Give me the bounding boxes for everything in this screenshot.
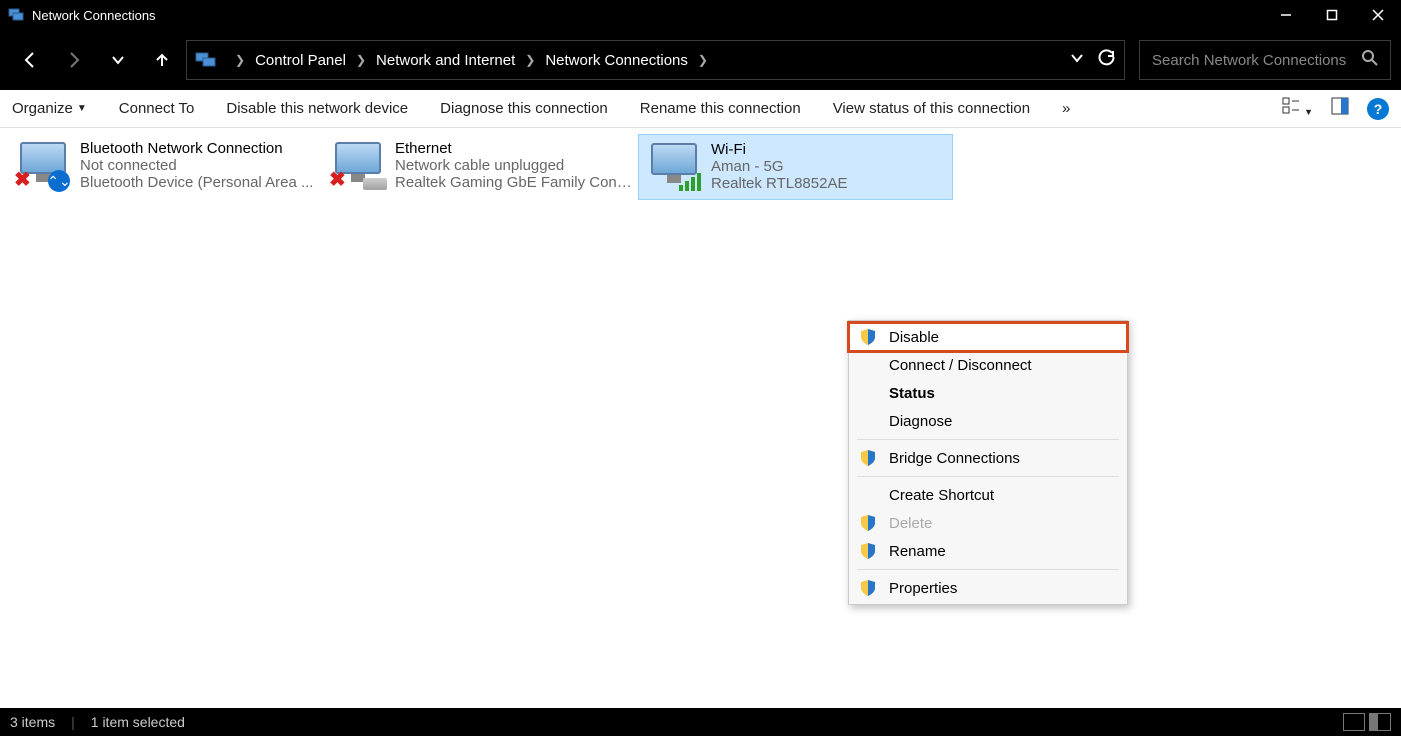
window-title: Network Connections [32, 8, 156, 23]
close-button[interactable] [1355, 0, 1401, 30]
menu-separator [857, 569, 1119, 570]
preview-pane-toggle[interactable] [1331, 97, 1349, 120]
content-area: ✖ ⌃⌄ Bluetooth Network Connection Not co… [0, 128, 1401, 708]
location-icon [195, 51, 217, 69]
error-x-icon: ✖ [329, 167, 346, 192]
chevron-right-icon: ❯ [235, 53, 245, 67]
wifi-signal-icon [679, 173, 701, 191]
connection-ethernet[interactable]: ✖ Ethernet Network cable unplugged Realt… [323, 134, 638, 198]
connection-name: Ethernet [395, 140, 632, 157]
ethernet-plug-icon [363, 178, 387, 190]
menu-separator [857, 439, 1119, 440]
back-button[interactable] [10, 40, 50, 80]
shield-icon [859, 514, 877, 532]
toolbar-overflow[interactable]: » [1062, 100, 1070, 117]
large-icons-view-button[interactable] [1369, 713, 1391, 731]
[interactable]: Bridge Connections [849, 444, 1127, 472]
chevron-right-icon: ❯ [525, 53, 535, 67]
connection-device: Realtek RTL8852AE [711, 175, 847, 192]
chevron-down-icon: ▼ [77, 103, 87, 114]
up-button[interactable] [142, 40, 182, 80]
context-menu: Disable Connect / Disconnect Status Diag… [848, 320, 1128, 605]
search-icon[interactable] [1362, 50, 1378, 71]
chevron-right-icon: ❯ [356, 53, 366, 67]
diagnose-button[interactable]: Diagnose this connection [440, 100, 608, 117]
menu-properties[interactable]: Properties [849, 574, 1127, 602]
help-icon[interactable]: ? [1367, 98, 1389, 120]
connection-bluetooth[interactable]: ✖ ⌃⌄ Bluetooth Network Connection Not co… [8, 134, 323, 198]
titlebar: Network Connections [0, 0, 1401, 30]
shield-icon [859, 449, 877, 467]
breadcrumb-item[interactable]: Network Connections [545, 52, 688, 69]
connection-device: Bluetooth Device (Personal Area ... [80, 174, 313, 191]
shield-icon [859, 542, 877, 560]
menu-delete: Delete [849, 509, 1127, 537]
connection-status: Network cable unplugged [395, 157, 632, 174]
ethernet-adapter-icon: ✖ [329, 140, 387, 192]
connection-status: Aman - 5G [711, 158, 847, 175]
breadcrumb-item[interactable]: Network and Internet [376, 52, 515, 69]
shield-icon [859, 579, 877, 597]
connection-device: Realtek Gaming GbE Family Contr... [395, 174, 632, 191]
rename-button[interactable]: Rename this connection [640, 100, 801, 117]
menu-separator [857, 476, 1119, 477]
connection-name: Wi-Fi [711, 141, 847, 158]
address-bar[interactable]: ❯ Control Panel ❯ Network and Internet ❯… [186, 40, 1125, 80]
connect-to-button[interactable]: Connect To [119, 100, 195, 117]
status-selected-count: 1 item selected [91, 714, 185, 730]
search-input[interactable] [1152, 52, 1352, 69]
forward-button[interactable] [54, 40, 94, 80]
error-x-icon: ✖ [14, 167, 31, 192]
status-item-count: 3 items [10, 714, 55, 730]
status-bar: 3 items | 1 item selected [0, 708, 1401, 736]
minimize-button[interactable] [1263, 0, 1309, 30]
connection-status: Not connected [80, 157, 313, 174]
recent-dropdown[interactable] [98, 40, 138, 80]
organize-menu[interactable]: Organize▼ [12, 100, 87, 117]
search-box[interactable] [1139, 40, 1391, 80]
menu-status[interactable]: Status [849, 379, 1127, 407]
breadcrumb-item[interactable]: Control Panel [255, 52, 346, 69]
connection-wifi[interactable]: Wi-Fi Aman - 5G Realtek RTL8852AE [638, 134, 953, 200]
menu-disable[interactable]: Disable [849, 323, 1127, 351]
bluetooth-adapter-icon: ✖ ⌃⌄ [14, 140, 72, 192]
view-status-button[interactable]: View status of this connection [833, 100, 1030, 117]
menu-create-shortcut[interactable]: Create Shortcut [849, 481, 1127, 509]
disable-device-button[interactable]: Disable this network device [226, 100, 408, 117]
app-icon [8, 7, 24, 23]
menu-rename[interactable]: Rename [849, 537, 1127, 565]
menu-diagnose[interactable]: Diagnose [849, 407, 1127, 435]
address-dropdown[interactable] [1070, 51, 1084, 70]
shield-icon [859, 328, 877, 346]
bluetooth-icon: ⌃⌄ [48, 170, 70, 192]
view-options-button[interactable]: ▼ [1282, 97, 1313, 120]
refresh-button[interactable] [1098, 49, 1116, 72]
wifi-adapter-icon [645, 141, 703, 193]
menu-connect-disconnect[interactable]: Connect / Disconnect [849, 351, 1127, 379]
connection-name: Bluetooth Network Connection [80, 140, 313, 157]
chevron-right-icon: ❯ [698, 53, 708, 67]
command-toolbar: Organize▼ Connect To Disable this networ… [0, 90, 1401, 128]
details-view-button[interactable] [1343, 713, 1365, 731]
navbar: ❯ Control Panel ❯ Network and Internet ❯… [0, 30, 1401, 90]
maximize-button[interactable] [1309, 0, 1355, 30]
